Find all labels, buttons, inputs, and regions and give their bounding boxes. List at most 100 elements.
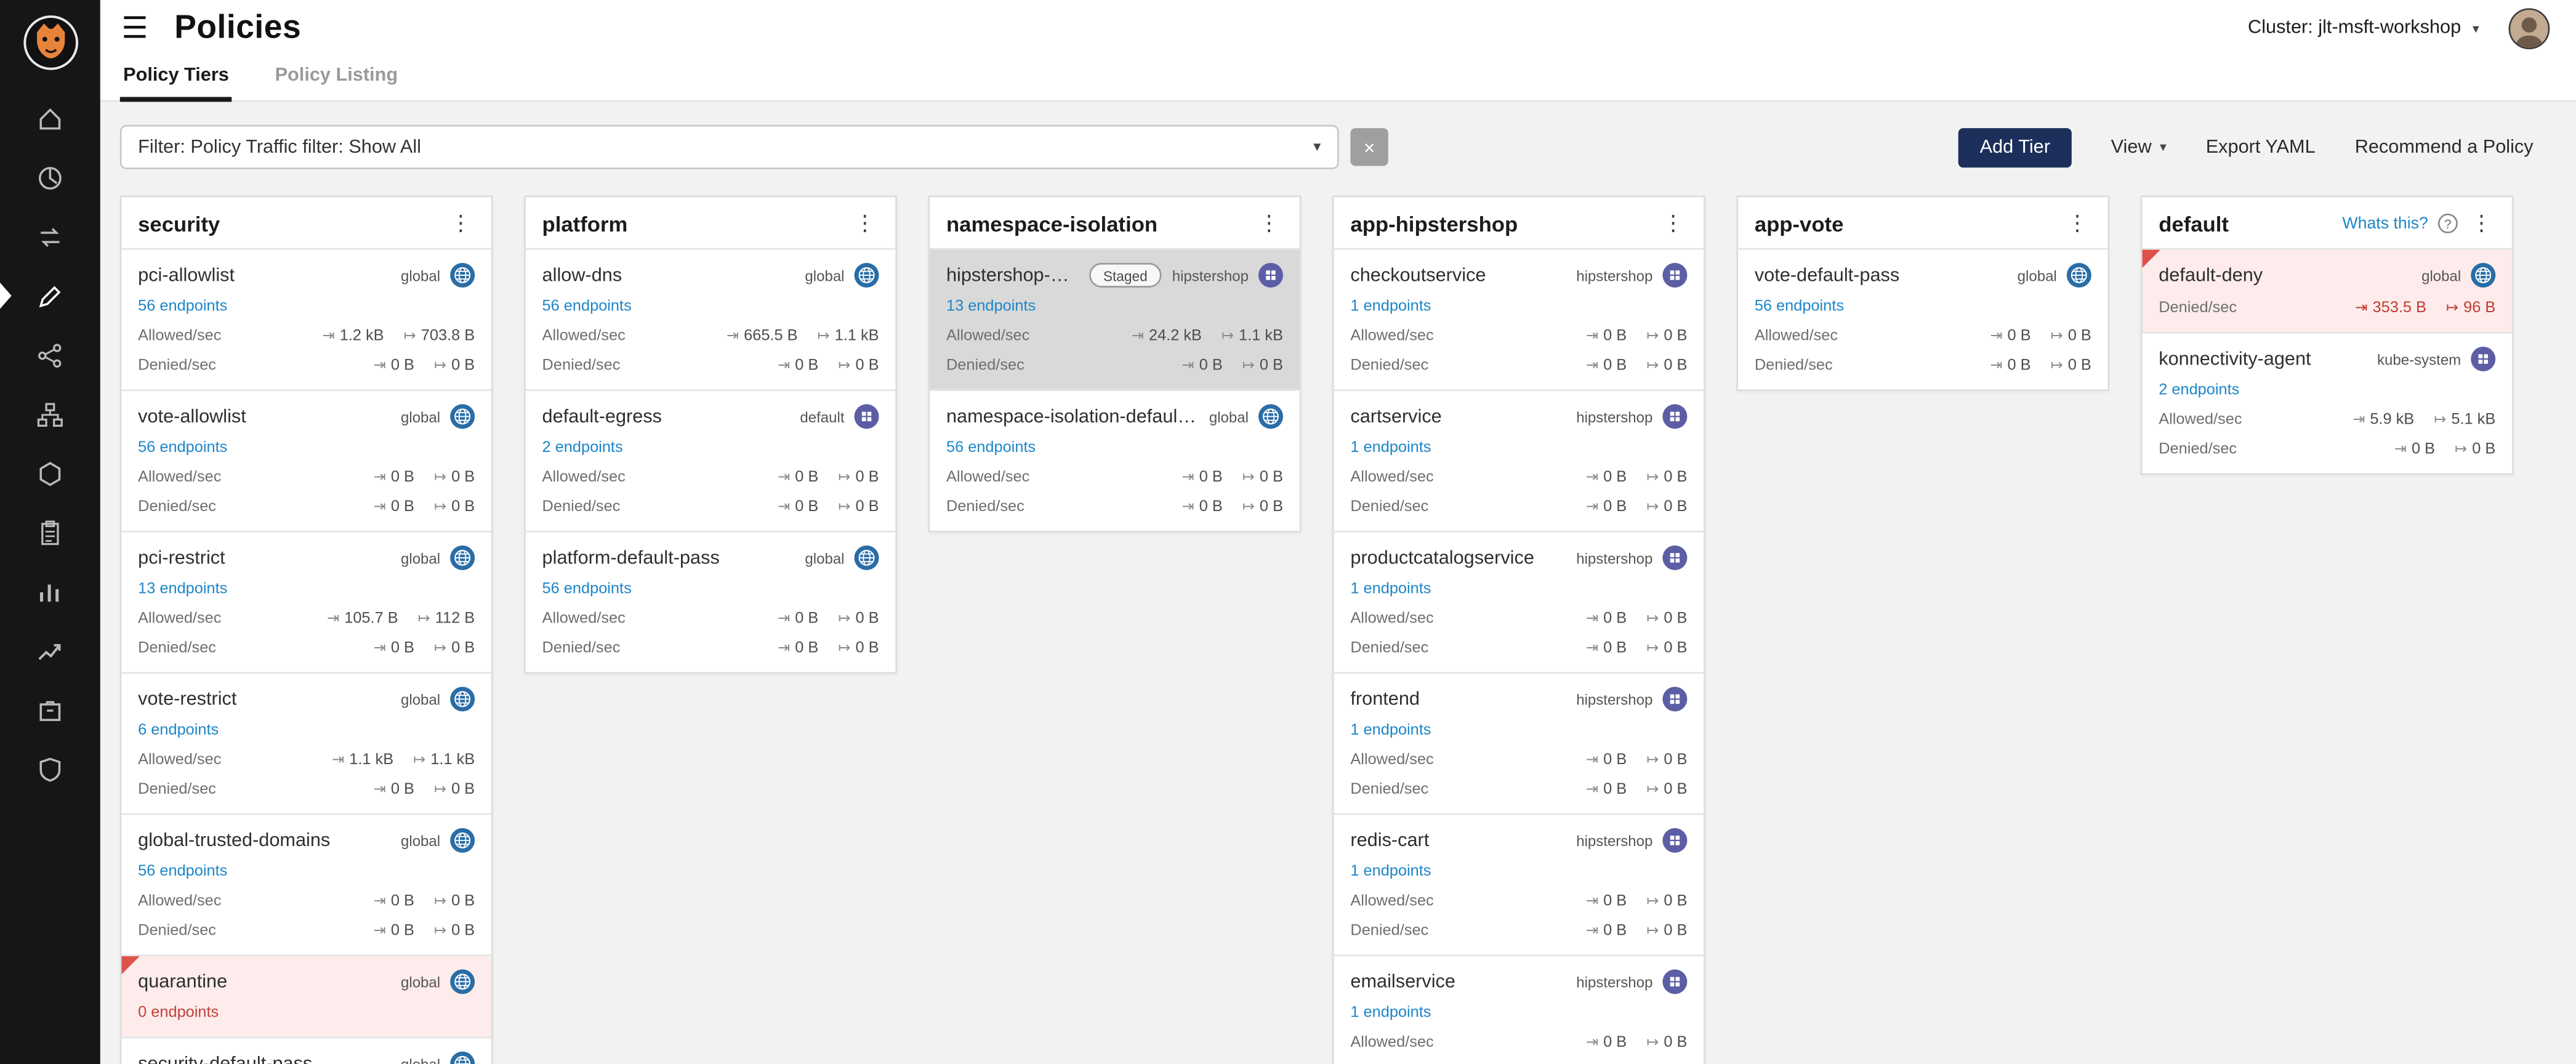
policy-card[interactable]: vote-allowlist global 56 endpoints Allow… xyxy=(121,389,491,530)
tab-policy-tiers[interactable]: Policy Tiers xyxy=(120,57,232,102)
workloads-icon[interactable] xyxy=(0,443,100,502)
ingress-icon: ⇥ xyxy=(1586,611,1598,626)
denied-out-value: 0 B xyxy=(1664,922,1687,940)
menu-icon[interactable]: ☰ xyxy=(121,13,148,42)
policy-card[interactable]: emailservice hipstershop 1 endpoints All… xyxy=(1334,954,1704,1064)
help-icon[interactable]: ? xyxy=(2438,214,2458,233)
allowed-label: Allowed/sec xyxy=(542,468,626,486)
allowed-label: Allowed/sec xyxy=(138,327,221,345)
endpoints-link[interactable]: 1 endpoints xyxy=(1350,1004,1687,1022)
allowed-out-value: 112 B xyxy=(435,610,475,627)
policies-icon[interactable] xyxy=(0,266,100,325)
policy-card[interactable]: platform-default-pass global 56 endpoint… xyxy=(526,531,895,672)
ingress-icon: ⇥ xyxy=(778,641,790,656)
policy-card[interactable]: konnectivity-agent kube-system 2 endpoin… xyxy=(2143,332,2512,473)
policy-card[interactable]: default-deny global Denied/sec ⇥353.5 B … xyxy=(2143,248,2512,332)
allowed-metric-row: Allowed/sec ⇥0 B ↦0 B xyxy=(1350,1033,1687,1051)
allowed-out-value: 0 B xyxy=(2068,327,2091,345)
endpoints-link[interactable]: 56 endpoints xyxy=(542,580,879,598)
flows-icon[interactable] xyxy=(0,207,100,266)
egress-icon: ↦ xyxy=(838,470,850,485)
endpoints-link[interactable]: 2 endpoints xyxy=(2159,381,2495,399)
clear-filter-button[interactable]: × xyxy=(1350,128,1388,166)
export-yaml-button[interactable]: Export YAML xyxy=(2206,137,2316,157)
policy-card[interactable]: allow-dns global 56 endpoints Allowed/se… xyxy=(526,248,895,389)
endpoints-link[interactable]: 56 endpoints xyxy=(138,863,475,881)
service-graph-icon[interactable] xyxy=(0,384,100,443)
endpoints-link[interactable]: 56 endpoints xyxy=(1755,297,2091,315)
avatar[interactable] xyxy=(2509,7,2550,49)
endpoints-link[interactable]: 13 endpoints xyxy=(946,297,1283,315)
policy-card[interactable]: quarantine global 0 endpoints xyxy=(121,954,491,1036)
reports-icon[interactable] xyxy=(0,562,100,621)
cluster-selector[interactable]: Cluster: jlt-msft-workshop ▾ xyxy=(2248,18,2479,38)
policy-traffic-filter-select[interactable]: Filter: Policy Traffic filter: Show All … xyxy=(120,125,1339,169)
dashboards-icon[interactable] xyxy=(0,148,100,207)
allowed-out-value: 0 B xyxy=(451,468,475,486)
endpoints-link[interactable]: 13 endpoints xyxy=(138,580,475,598)
policy-card[interactable]: frontend hipstershop 1 endpoints Allowed… xyxy=(1334,672,1704,813)
add-tier-button[interactable]: Add Tier xyxy=(1958,127,2072,167)
tier-menu-icon[interactable]: ⋮ xyxy=(1255,211,1283,237)
policy-card[interactable]: vote-restrict global 6 endpoints Allowed… xyxy=(121,672,491,813)
denied-metric-row: Denied/sec ⇥0 B ↦0 B xyxy=(1350,357,1687,374)
policy-card[interactable]: global-trusted-domains global 56 endpoin… xyxy=(121,813,491,954)
recommend-policy-button[interactable]: Recommend a Policy xyxy=(2355,137,2534,157)
denied-metric-row: Denied/sec ⇥0 B ↦0 B xyxy=(138,639,475,657)
policy-card[interactable]: hipstershop-gh... Staged hipstershop 13 … xyxy=(930,248,1299,389)
policy-card[interactable]: pci-allowlist global 56 endpoints Allowe… xyxy=(121,248,491,389)
denied-in-value: 0 B xyxy=(1603,498,1627,516)
policy-card[interactable]: cartservice hipstershop 1 endpoints Allo… xyxy=(1334,389,1704,530)
allowed-metric-row: Allowed/sec ⇥0 B ↦0 B xyxy=(138,468,475,486)
tier-header: platform ⋮ xyxy=(526,197,895,248)
main-area: ☰ Policies Cluster: jlt-msft-workshop ▾ xyxy=(100,0,2576,1064)
threat-defense-icon[interactable] xyxy=(0,740,100,799)
endpoints-link[interactable]: 1 endpoints xyxy=(1350,863,1687,881)
scope-badge-icon xyxy=(450,969,475,994)
endpoints-link[interactable]: 1 endpoints xyxy=(1350,721,1687,739)
endpoints-link[interactable]: 0 endpoints xyxy=(138,1004,475,1022)
tier-menu-icon[interactable]: ⋮ xyxy=(1659,211,1687,237)
compliance-icon[interactable] xyxy=(0,503,100,562)
policy-card[interactable]: vote-default-pass global 56 endpoints Al… xyxy=(1738,248,2107,389)
endpoints-link[interactable]: 56 endpoints xyxy=(138,297,475,315)
policy-card[interactable]: redis-cart hipstershop 1 endpoints Allow… xyxy=(1334,813,1704,954)
whats-this-link[interactable]: Whats this? xyxy=(2342,214,2428,232)
tier-menu-icon[interactable]: ⋮ xyxy=(2468,211,2495,237)
ingress-icon: ⇥ xyxy=(332,752,344,767)
endpoints-link[interactable]: 56 endpoints xyxy=(542,297,879,315)
tab-policy-listing[interactable]: Policy Listing xyxy=(272,57,401,102)
allowed-label: Allowed/sec xyxy=(138,468,221,486)
endpoints-link[interactable]: 1 endpoints xyxy=(1350,580,1687,598)
endpoints-link[interactable]: 2 endpoints xyxy=(542,438,879,456)
endpoints-link[interactable]: 56 endpoints xyxy=(138,438,475,456)
policy-card[interactable]: namespace-isolation-default-p... global … xyxy=(930,389,1299,530)
endpoints-link[interactable]: 1 endpoints xyxy=(1350,438,1687,456)
endpoints-link[interactable]: 56 endpoints xyxy=(946,438,1283,456)
policy-card[interactable]: checkoutservice hipstershop 1 endpoints … xyxy=(1334,248,1704,389)
home-icon[interactable] xyxy=(0,89,100,148)
scope-badge-icon xyxy=(855,404,879,429)
nodes-icon[interactable] xyxy=(0,325,100,384)
egress-icon: ↦ xyxy=(1646,924,1659,938)
denied-metric-row: Denied/sec ⇥0 B ↦0 B xyxy=(542,357,879,374)
activity-icon[interactable] xyxy=(0,621,100,680)
policy-name: vote-restrict xyxy=(138,689,391,709)
tier-menu-icon[interactable]: ⋮ xyxy=(851,211,879,237)
policy-card[interactable]: productcatalogservice hipstershop 1 endp… xyxy=(1334,531,1704,672)
tier-menu-icon[interactable]: ⋮ xyxy=(447,211,475,237)
policy-card[interactable]: pci-restrict global 13 endpoints Allowed… xyxy=(121,531,491,672)
allowed-metric-row: Allowed/sec ⇥0 B ↦0 B xyxy=(1350,327,1687,345)
policy-scope: global xyxy=(401,1055,440,1064)
endpoints-icon[interactable] xyxy=(0,680,100,740)
allowed-label: Allowed/sec xyxy=(1350,1033,1433,1051)
calico-logo[interactable] xyxy=(20,13,79,72)
denied-metric-row: Denied/sec ⇥0 B ↦0 B xyxy=(1350,780,1687,798)
endpoints-link[interactable]: 6 endpoints xyxy=(138,721,475,739)
view-dropdown[interactable]: View ▾ xyxy=(2111,137,2167,157)
tier-menu-icon[interactable]: ⋮ xyxy=(2063,211,2091,237)
tier-name: security xyxy=(138,211,220,236)
policy-card[interactable]: security-default-pass global xyxy=(121,1037,491,1064)
policy-card[interactable]: default-egress default 2 endpoints Allow… xyxy=(526,389,895,530)
endpoints-link[interactable]: 1 endpoints xyxy=(1350,297,1687,315)
